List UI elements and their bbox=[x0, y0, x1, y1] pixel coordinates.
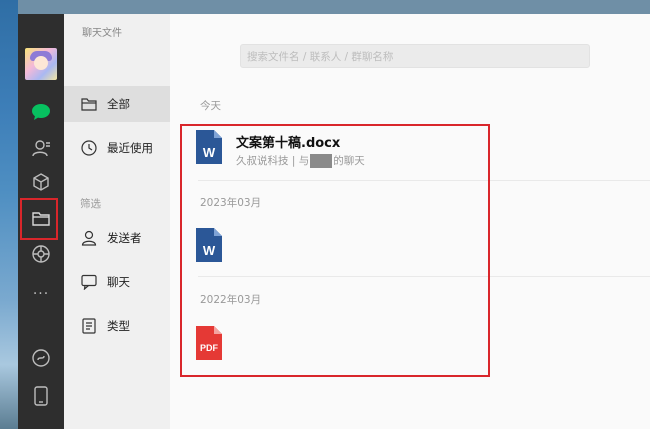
left-nav-bar: ··· bbox=[18, 14, 64, 429]
phone-icon[interactable] bbox=[29, 384, 53, 408]
filter-item-label: 发送者 bbox=[107, 231, 142, 245]
date-group-label: 今天 bbox=[200, 100, 221, 112]
panel-item-all[interactable]: 全部 bbox=[64, 86, 170, 122]
document-icon bbox=[80, 317, 98, 335]
search-input[interactable]: 搜索文件名 / 联系人 / 群聊名称 bbox=[240, 44, 590, 68]
filter-item-chat[interactable]: 聊天 bbox=[64, 264, 170, 300]
cube-icon[interactable] bbox=[29, 170, 53, 194]
person-icon bbox=[80, 229, 98, 247]
filter-item-label: 聊天 bbox=[107, 275, 130, 289]
chat-bubble-icon bbox=[80, 273, 98, 291]
folder-icon bbox=[80, 95, 98, 113]
chat-files-window: ··· 全部 最近使用 筛选 发送者 聊天 类型 聊天文件 今天 W 文案第十稿… bbox=[18, 14, 650, 429]
more-icon[interactable]: ··· bbox=[29, 282, 53, 306]
moments-icon[interactable] bbox=[29, 242, 53, 266]
search-placeholder: 搜索文件名 / 联系人 / 群聊名称 bbox=[247, 50, 394, 63]
chat-icon[interactable] bbox=[29, 100, 53, 124]
window-title: 聊天文件 bbox=[82, 28, 122, 39]
filter-item-label: 类型 bbox=[107, 319, 130, 333]
panel-item-recent[interactable]: 最近使用 bbox=[64, 130, 170, 166]
file-category-panel: 全部 最近使用 筛选 发送者 聊天 类型 bbox=[64, 14, 170, 429]
filter-item-sender[interactable]: 发送者 bbox=[64, 220, 170, 256]
filter-section-label: 筛选 bbox=[80, 198, 101, 210]
avatar[interactable] bbox=[25, 48, 57, 80]
filter-item-type[interactable]: 类型 bbox=[64, 308, 170, 344]
mini-program-icon[interactable] bbox=[29, 346, 53, 370]
folder-highlight-box bbox=[20, 198, 58, 240]
clock-icon bbox=[80, 139, 98, 157]
panel-item-label: 全部 bbox=[107, 97, 130, 111]
desktop-background bbox=[0, 0, 18, 429]
file-list: 今天 W 文案第十稿.docx 久叔说科技 | 与 的聊天 2023年03月 W… bbox=[170, 14, 650, 429]
panel-item-label: 最近使用 bbox=[107, 141, 153, 155]
contacts-icon[interactable] bbox=[29, 136, 53, 160]
file-highlight-box bbox=[180, 124, 490, 377]
